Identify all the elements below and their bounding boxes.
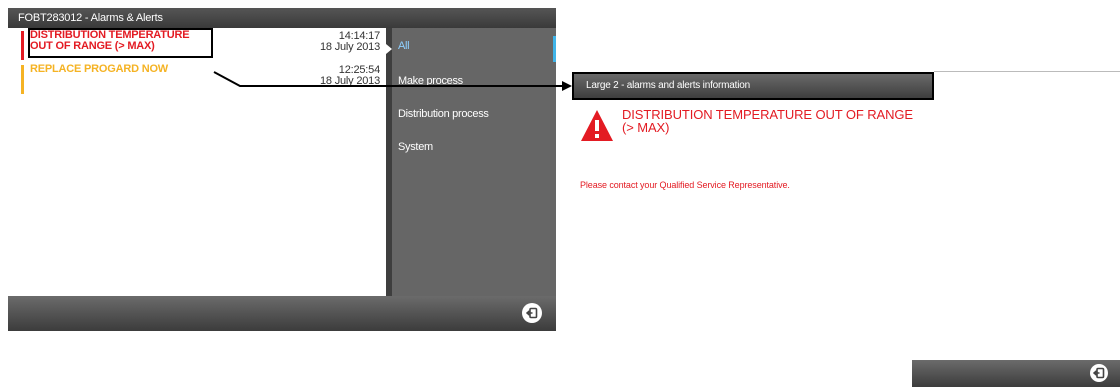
- info-panel-header: Large 2 - alarms and alerts information: [572, 72, 934, 100]
- info-alarm-title: DISTRIBUTION TEMPERATURE OUT OF RANGE (>…: [622, 107, 913, 135]
- exit-button[interactable]: [1090, 364, 1108, 382]
- info-message: Please contact your Qualified Service Re…: [580, 180, 790, 190]
- callout-connector: [213, 71, 572, 91]
- exit-icon: [1093, 367, 1105, 379]
- info-footer-bar: [912, 360, 1120, 387]
- divider-line: [934, 71, 1120, 72]
- warning-icon: [581, 110, 613, 141]
